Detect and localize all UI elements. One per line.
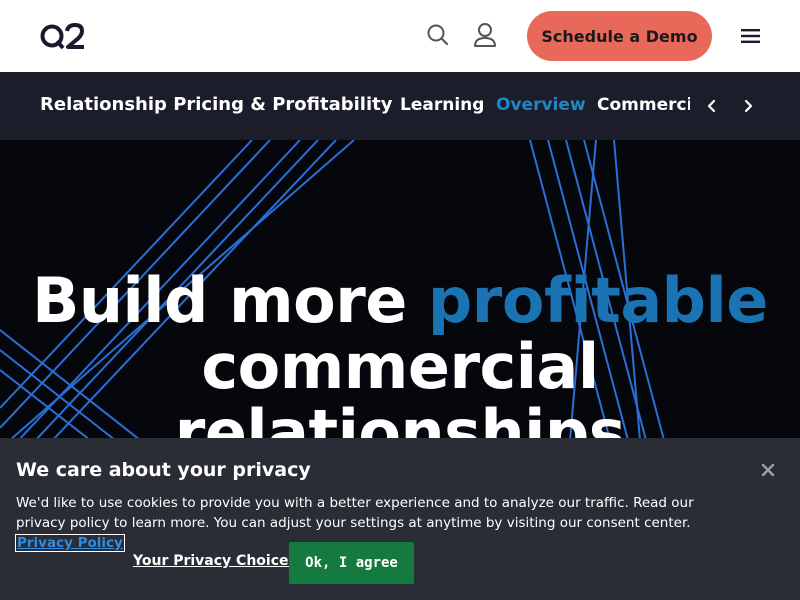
site-header: Q2 Schedule a Demo	[0, 0, 800, 72]
hero-heading-accent: profitable	[427, 264, 768, 337]
schedule-demo-button[interactable]: Schedule a Demo	[527, 11, 712, 61]
account-button[interactable]	[470, 20, 500, 50]
privacy-choices-link[interactable]: Your Privacy Choices	[133, 553, 297, 569]
tab-learning[interactable]: Learning	[400, 95, 484, 115]
user-icon	[474, 23, 496, 47]
cookie-body: We'd like to use cookies to provide you …	[16, 495, 694, 531]
cookie-title: We care about your privacy	[16, 459, 311, 481]
cookie-close-button[interactable]	[758, 460, 778, 480]
subnav-title[interactable]: Relationship Pricing & Profitability	[40, 94, 392, 115]
hero-heading-part1: Build more	[32, 264, 428, 337]
tab-overview[interactable]: Overview	[496, 95, 586, 115]
subnav-next-button[interactable]	[736, 94, 760, 118]
hero-section: Build more profitable commercial relatio…	[0, 140, 800, 440]
search-icon	[427, 24, 449, 46]
q2-logo[interactable]	[40, 22, 86, 50]
hamburger-menu-icon	[741, 29, 760, 43]
chevron-left-icon	[707, 99, 716, 113]
subnav-prev-button[interactable]	[700, 94, 724, 118]
cookie-consent-banner: We care about your privacy We'd like to …	[0, 438, 800, 600]
privacy-policy-link[interactable]: Privacy Policy	[15, 534, 125, 552]
hero-heading-part2: commercial relationships	[174, 330, 626, 441]
menu-button[interactable]	[738, 24, 764, 48]
hero-heading: Build more profitable commercial relatio…	[0, 268, 800, 441]
tab-commercial[interactable]: Commercial	[597, 95, 690, 115]
search-button[interactable]	[424, 20, 452, 50]
subnav-tabs: Learning Overview Commercial	[400, 72, 690, 140]
close-icon	[761, 463, 775, 477]
chevron-right-icon	[744, 99, 753, 113]
agree-button[interactable]: Ok, I agree	[289, 542, 414, 584]
product-subnav: Relationship Pricing & Profitability Lea…	[0, 72, 800, 140]
